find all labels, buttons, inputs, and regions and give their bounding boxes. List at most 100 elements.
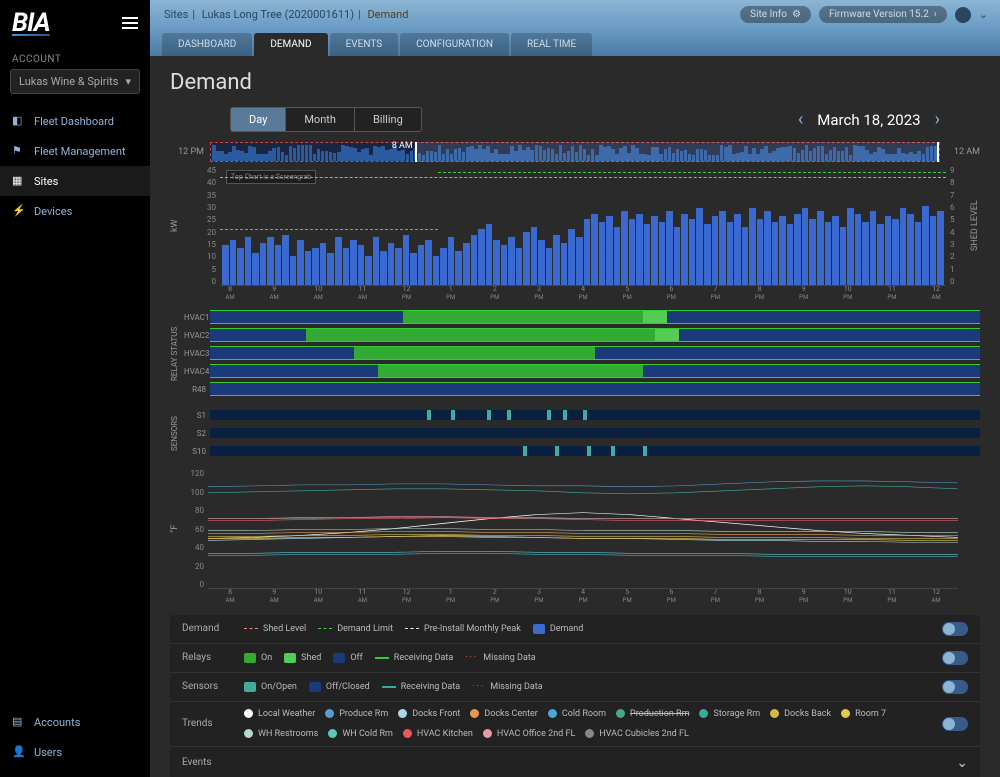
relay-section-label: RELAY STATUS [170,309,184,399]
devices-icon: ⚡ [12,204,26,218]
legend-item[interactable]: HVAC Cubicles 2nd FL [585,729,689,739]
legend-item[interactable]: WH Restrooms [244,729,318,739]
range-day[interactable]: Day [231,108,286,131]
crumb-site[interactable]: Lukas Long Tree (2020001611) [202,8,354,21]
temperature-chart: °F 120100806040200 [170,469,980,589]
relay-row-hvac2: HVAC2 [184,327,980,343]
legend-item[interactable]: Production Rm [616,709,689,719]
account-select[interactable]: Lukas Wine & Spirits ▾ [10,69,140,94]
sensors-section: SENSORS S1S2S10 [170,407,980,461]
y-axis-label: kW [170,166,180,286]
legend-item[interactable]: Receiving Data [382,682,460,692]
user-icon[interactable] [955,7,971,23]
sensor-row-s1: S1 [184,407,980,423]
chevron-right-icon: › [934,9,937,20]
y2-axis-label: SHED LEVEL [970,166,980,286]
menu-icon[interactable] [122,17,138,29]
temp-y-label: °F [170,469,180,589]
sidebar-item-fleet-dashboard[interactable]: ◧Fleet Dashboard [0,106,150,136]
legend-item[interactable]: Shed Level [244,624,306,634]
relay-row-hvac3: HVAC3 [184,345,980,361]
relay-status-section: RELAY STATUS HVAC1 HVAC2 HVAC3 HVAC4 R48 [170,309,980,399]
legend-item[interactable]: Storage Rm [699,709,760,719]
account-selected: Lukas Wine & Spirits [19,75,118,88]
legend-item[interactable]: Docks Front [398,709,460,719]
legend-item[interactable]: Docks Back [770,709,831,719]
toggle-relays[interactable] [942,651,968,665]
overview-marker: 8 AM [392,141,413,151]
relay-row-r48: R48 [184,381,980,397]
fleet-icon: ⚑ [12,144,26,158]
legend-item[interactable]: Local Weather [244,709,315,719]
tab-demand[interactable]: DEMAND [254,33,327,56]
toggle-demand[interactable] [942,622,968,636]
next-date-button[interactable]: › [935,109,940,130]
legend-item[interactable]: Cold Room [548,709,606,719]
sidebar-item-fleet-management[interactable]: ⚑Fleet Management [0,136,150,166]
relay-row-hvac4: HVAC4 [184,363,980,379]
sidebar-item-sites[interactable]: ▦Sites [0,166,150,196]
legend-item[interactable]: Docks Center [470,709,538,719]
toggle-sensors[interactable] [942,680,968,694]
accounts-icon: ▤ [12,715,26,729]
overview-right-label: 12 AM [946,147,980,157]
legend-row-relays: RelaysOnShedOffReceiving Data···Missing … [170,644,980,673]
breadcrumb: Sites| Lukas Long Tree (2020001611)| Dem… [162,8,410,21]
legend-item[interactable]: On/Open [244,682,297,692]
tabs: DASHBOARDDEMANDEVENTSCONFIGURATIONREAL T… [150,29,1000,56]
sidebar-item-accounts[interactable]: ▤Accounts [0,707,150,737]
legend-item[interactable]: Receiving Data [375,653,453,663]
firmware-button[interactable]: Firmware Version 15.2› [819,6,947,23]
users-icon: 👤 [12,745,26,759]
dashboard-icon: ◧ [12,114,26,128]
legend-item[interactable]: On [244,653,272,663]
legend-row-sensors: SensorsOn/OpenOff/ClosedReceiving Data··… [170,673,980,702]
legend-panel: Demand Shed Level Demand Limit Pre-Install … [170,615,980,777]
chevron-down-icon: ▾ [125,75,131,88]
legend-item[interactable]: Demand [533,624,584,634]
legend-item[interactable]: ···Missing Data [465,653,536,663]
tab-real-time[interactable]: REAL TIME [511,33,592,56]
legend-item[interactable]: HVAC Office 2nd FL [483,729,575,739]
crumb-page: Demand [367,8,408,21]
sidebar: BIA ACCOUNT Lukas Wine & Spirits ▾ ◧Flee… [0,0,150,777]
demand-chart: kW 454035302520151050 Top Chart is a Scr… [170,166,980,286]
site-info-button[interactable]: Site Info⚙ [740,6,811,23]
chevron-down-icon[interactable]: ⌄ [979,8,988,21]
legend-item[interactable]: ···Missing Data [472,682,543,692]
legend-row-trends: TrendsLocal WeatherProduce RmDocks Front… [170,702,980,747]
tab-events[interactable]: EVENTS [330,33,399,56]
tab-dashboard[interactable]: DASHBOARD [162,33,252,56]
sidebar-item-users[interactable]: 👤Users [0,737,150,767]
legend-item[interactable]: Room 7 [841,709,886,719]
sidebar-item-devices[interactable]: ⚡Devices [0,196,150,226]
legend-item[interactable]: Off/Closed [309,682,370,692]
logo: BIA [12,8,50,38]
page-title: Demand [170,70,980,95]
toggle-trends[interactable] [942,717,968,731]
account-label: ACCOUNT [0,46,150,69]
sensor-row-s10: S10 [184,443,980,459]
prev-date-button[interactable]: ‹ [798,109,803,130]
sites-icon: ▦ [12,174,26,188]
tab-configuration[interactable]: CONFIGURATION [400,33,509,56]
legend-item[interactable]: Demand Limit [318,624,393,634]
range-billing[interactable]: Billing [355,108,421,131]
legend-item[interactable]: Off [333,653,362,663]
legend-item[interactable]: Pre-Install Monthly Peak [405,624,521,634]
current-date: March 18, 2023 [817,111,920,129]
legend-item[interactable]: Shed [284,653,321,663]
overview-chart[interactable]: 12 PM 8 AM 12 AM [170,142,980,162]
legend-item[interactable]: Produce Rm [325,709,388,719]
legend-row-demand: Demand Shed Level Demand Limit Pre-Install … [170,615,980,644]
crumb-sites[interactable]: Sites [164,8,188,21]
overview-left-label: 12 PM [170,147,204,157]
relay-row-hvac1: HVAC1 [184,309,980,325]
legend-item[interactable]: WH Cold Rm [328,729,393,739]
legend-row-events[interactable]: Events⌄ [170,747,980,777]
chevron-down-icon: ⌄ [956,755,968,771]
legend-item[interactable]: HVAC Kitchen [403,729,473,739]
gear-icon: ⚙ [792,9,801,20]
main: Sites| Lukas Long Tree (2020001611)| Dem… [150,0,1000,777]
range-month[interactable]: Month [286,108,355,131]
